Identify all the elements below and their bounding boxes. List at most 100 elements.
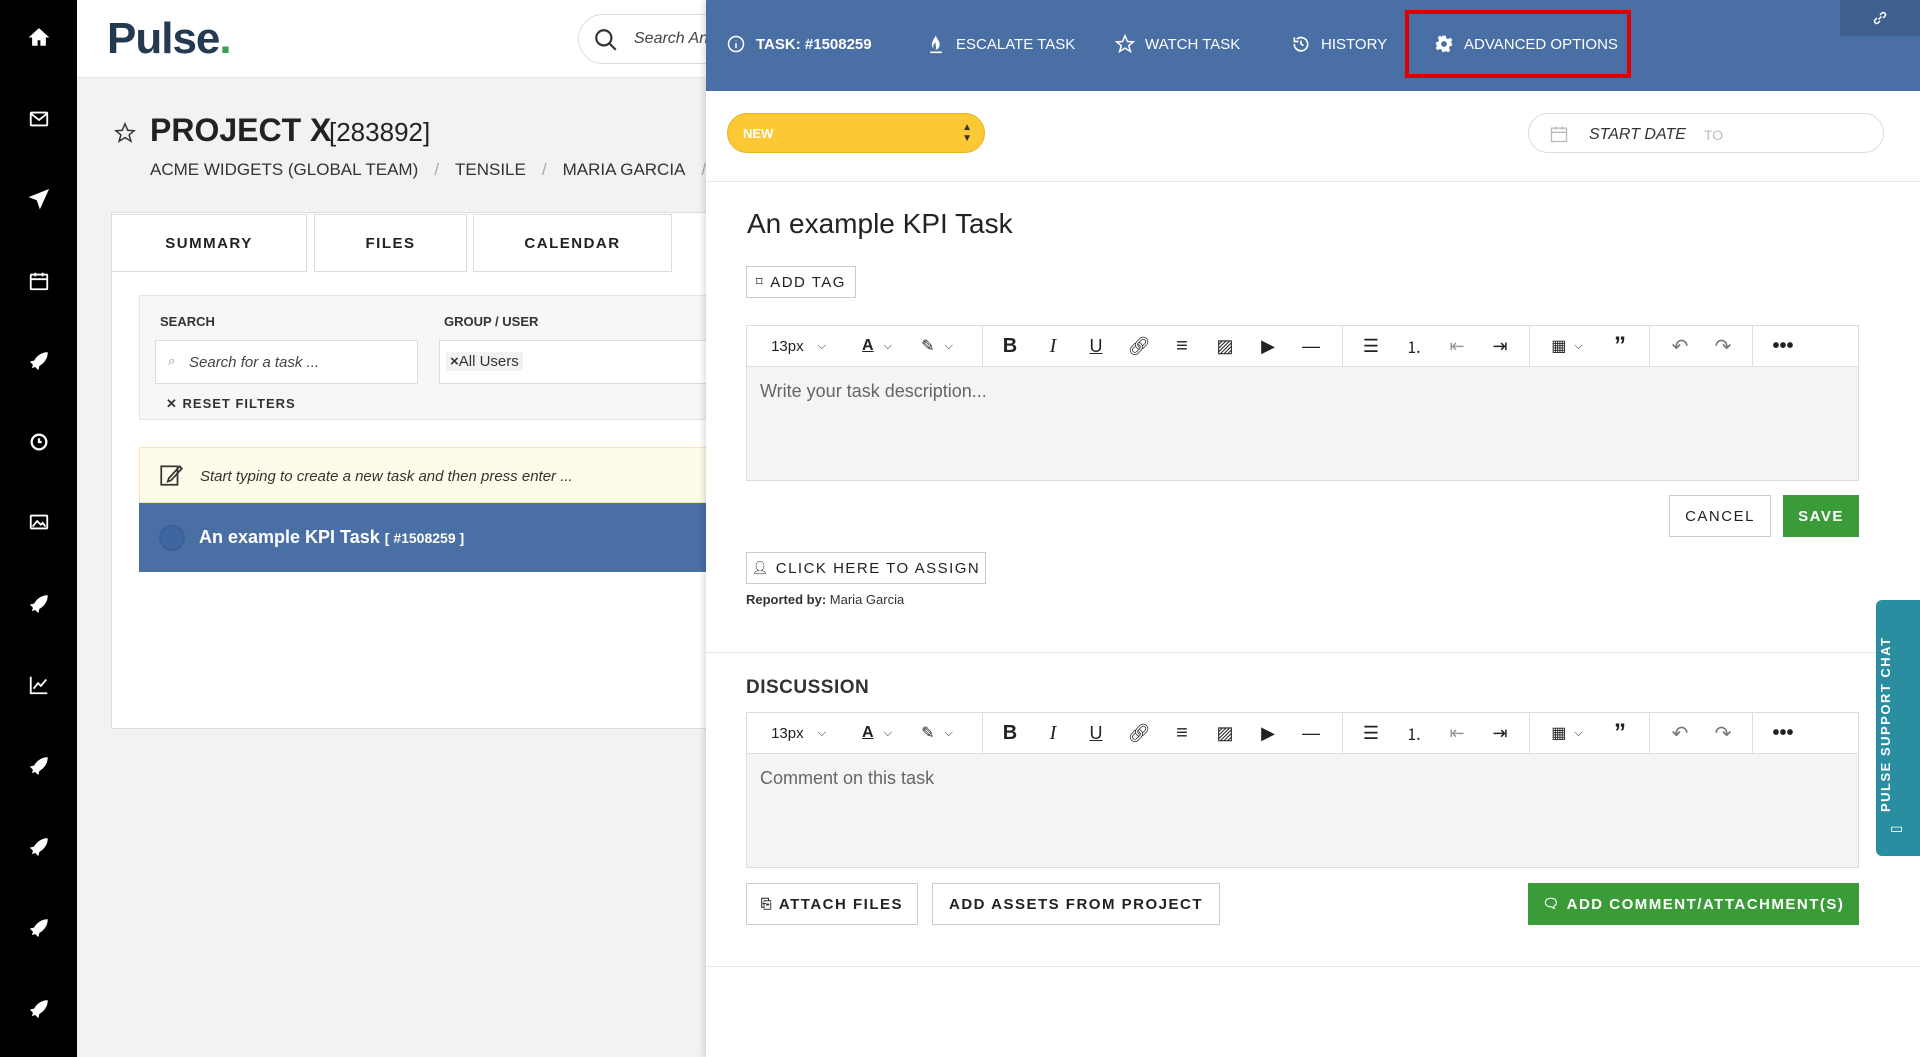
remove-icon[interactable]: × [450, 353, 459, 370]
top-bar: Pulse. Search Any [77, 0, 798, 78]
start-date-field[interactable]: START DATE [1589, 126, 1686, 144]
text-color-button[interactable]: A ⌵ [852, 326, 902, 366]
end-date-field[interactable]: TO [1704, 127, 1723, 143]
align-icon[interactable]: ≡ [1164, 326, 1200, 366]
breadcrumb-item[interactable]: MARIA GARCIA [563, 160, 686, 179]
outdent-icon[interactable]: ⇤ [1439, 326, 1475, 366]
clock-icon[interactable] [0, 422, 77, 462]
link-button[interactable] [1840, 0, 1920, 36]
comment-editor[interactable]: Comment on this task [746, 754, 1859, 868]
save-button[interactable]: SAVE [1783, 495, 1859, 537]
user-chip[interactable]: ×All Users [446, 352, 523, 371]
breadcrumb-item[interactable]: ACME WIDGETS (GLOBAL TEAM) [150, 160, 418, 179]
horizontal-rule-icon[interactable]: — [1293, 326, 1329, 366]
text-color-button[interactable]: A ⌵ [852, 713, 902, 753]
status-select[interactable]: NEW ▲ ▼ [727, 113, 985, 153]
quote-icon[interactable]: ” [1602, 713, 1638, 753]
task-id-label: TASK: #1508259 [726, 34, 872, 54]
mail-icon[interactable] [0, 99, 77, 139]
pulse-logo[interactable]: Pulse. [107, 14, 232, 64]
assign-button[interactable]: 👤︎ CLICK HERE TO ASSIGN [746, 552, 986, 584]
undo-icon[interactable]: ↶ [1662, 326, 1698, 366]
bullet-list-icon[interactable]: ☰ [1353, 326, 1389, 366]
watch-task-button[interactable]: WATCH TASK [1115, 34, 1240, 54]
redo-icon[interactable]: ↷ [1705, 713, 1741, 753]
paperclip-icon: ⎘ [760, 896, 773, 911]
link-icon[interactable]: 🔗︎ [1121, 326, 1157, 366]
italic-icon[interactable]: I [1035, 326, 1071, 366]
tab-calendar[interactable]: CALENDAR [473, 214, 672, 272]
highlight-button[interactable]: ✎ ⌵ [912, 326, 962, 366]
escalate-task-button[interactable]: ESCALATE TASK [926, 34, 1075, 54]
undo-icon[interactable]: ↶ [1662, 713, 1698, 753]
star-icon [1115, 34, 1135, 54]
italic-icon[interactable]: I [1035, 713, 1071, 753]
history-icon [1293, 36, 1309, 52]
chart-icon[interactable] [0, 665, 77, 705]
numbered-list-icon[interactable]: ⒈ [1396, 713, 1432, 753]
star-icon[interactable] [114, 122, 136, 144]
description-editor[interactable]: Write your task description... [746, 367, 1859, 481]
task-checkbox[interactable] [159, 525, 185, 551]
more-icon[interactable]: ••• [1765, 713, 1801, 753]
font-size-select[interactable]: 13px ⌵ [761, 713, 836, 753]
project-id: [283892] [329, 117, 431, 147]
table-button[interactable]: ▦ ⌵ [1542, 326, 1592, 366]
link-icon[interactable]: 🔗︎ [1121, 713, 1157, 753]
bold-icon[interactable]: B [992, 326, 1028, 366]
quote-icon[interactable]: ” [1602, 326, 1638, 366]
task-search-input[interactable]: ⌕ Search for a task ... [155, 340, 418, 384]
breadcrumb-item[interactable]: TENSILE [455, 160, 526, 179]
rocket-icon[interactable] [0, 908, 77, 948]
tab-files[interactable]: FILES [314, 214, 467, 272]
image-icon[interactable] [0, 502, 77, 542]
attach-files-button[interactable]: ⎘ ATTACH FILES [746, 883, 918, 925]
text-color-icon: A [862, 724, 874, 741]
date-range-picker[interactable]: START DATE TO [1528, 113, 1884, 153]
support-chat-tab[interactable]: PULSE SUPPORT CHAT ▭ [1876, 600, 1920, 856]
bold-icon[interactable]: B [992, 713, 1028, 753]
text-color-icon: A [862, 337, 874, 354]
comment-placeholder: Comment on this task [760, 768, 935, 788]
add-tag-button[interactable]: ⌑ ADD TAG [746, 266, 856, 298]
home-icon[interactable] [0, 17, 77, 57]
table-icon: ▦ [1551, 725, 1567, 742]
table-button[interactable]: ▦ ⌵ [1542, 713, 1592, 753]
add-comment-button[interactable]: 🗨︎ ADD COMMENT/ATTACHMENT(S) [1528, 883, 1859, 925]
task-title[interactable]: An example KPI Task [747, 208, 1013, 240]
info-icon [727, 35, 745, 53]
bullet-list-icon[interactable]: ☰ [1353, 713, 1389, 753]
rocket-icon[interactable] [0, 989, 77, 1029]
numbered-list-icon[interactable]: ⒈ [1396, 326, 1432, 366]
rocket-icon[interactable] [0, 827, 77, 867]
chevron-down-icon: ⌵ [817, 726, 826, 739]
more-icon[interactable]: ••• [1765, 326, 1801, 366]
insert-image-icon[interactable]: ▨ [1207, 713, 1243, 753]
insert-image-icon[interactable]: ▨ [1207, 326, 1243, 366]
horizontal-rule-icon[interactable]: — [1293, 713, 1329, 753]
send-icon[interactable] [0, 179, 77, 219]
redo-icon[interactable]: ↷ [1705, 326, 1741, 366]
history-button[interactable]: HISTORY [1291, 34, 1387, 54]
chevron-down-icon: ⌵ [817, 339, 826, 352]
insert-video-icon[interactable]: ▶ [1250, 713, 1286, 753]
underline-icon[interactable]: U [1078, 713, 1114, 753]
insert-video-icon[interactable]: ▶ [1250, 326, 1286, 366]
cancel-button[interactable]: CANCEL [1669, 495, 1771, 537]
underline-icon[interactable]: U [1078, 326, 1114, 366]
font-size-select[interactable]: 13px ⌵ [761, 326, 836, 366]
reset-filters-button[interactable]: ✕ RESET FILTERS [166, 396, 296, 412]
indent-icon[interactable]: ⇥ [1482, 326, 1518, 366]
rocket-icon[interactable] [0, 746, 77, 786]
divider [706, 652, 1920, 653]
rocket-icon[interactable] [0, 341, 77, 381]
calendar-icon[interactable] [0, 261, 77, 301]
reset-filters-label: RESET FILTERS [182, 396, 296, 411]
tab-summary[interactable]: SUMMARY [111, 214, 307, 272]
highlight-button[interactable]: ✎ ⌵ [912, 713, 962, 753]
align-icon[interactable]: ≡ [1164, 713, 1200, 753]
add-assets-button[interactable]: ADD ASSETS FROM PROJECT [932, 883, 1220, 925]
indent-icon[interactable]: ⇥ [1482, 713, 1518, 753]
rocket-icon[interactable] [0, 584, 77, 624]
outdent-icon[interactable]: ⇤ [1439, 713, 1475, 753]
